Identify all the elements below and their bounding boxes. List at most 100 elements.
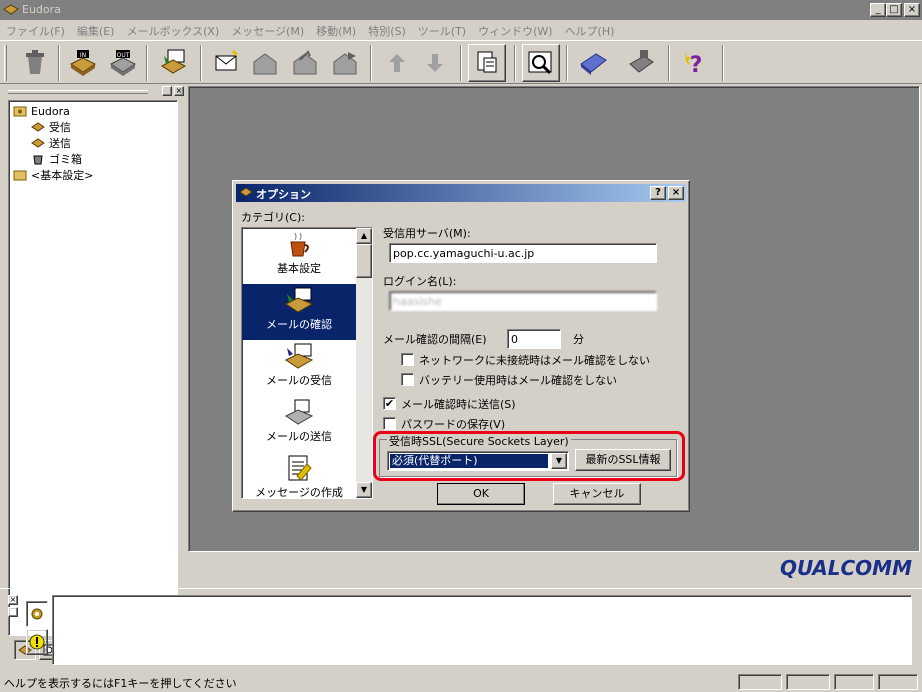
no-network-checkbox[interactable] [401, 353, 414, 366]
category-sending[interactable]: メールの送信 [242, 396, 356, 452]
folder-icon [13, 106, 27, 117]
task-restore-button[interactable] [8, 607, 18, 617]
annotation-highlight [373, 431, 685, 481]
scroll-thumb[interactable] [356, 244, 372, 278]
toolbar-separator [58, 45, 60, 81]
menu-edit[interactable]: 編集(E) [71, 20, 121, 40]
tree-item-outbox[interactable]: 送信 [31, 135, 71, 151]
server-label: 受信用サーバ(M): [383, 227, 471, 240]
menu-tools[interactable]: ツール(T) [412, 20, 472, 40]
status-bar: ヘルプを表示するにはF1キーを押してください [0, 672, 922, 692]
menu-mailbox[interactable]: メールボックス(X) [120, 20, 225, 40]
minimize-button[interactable]: _ [870, 3, 886, 17]
panel-header: × [8, 86, 184, 98]
interval-input[interactable]: 0 [507, 329, 561, 349]
menu-special[interactable]: 特別(S) [362, 20, 412, 40]
toolbar-separator [460, 45, 462, 81]
reply-button[interactable] [246, 44, 284, 82]
category-incoming[interactable]: メールの受信 [242, 340, 356, 396]
up-arrow-icon [389, 54, 405, 72]
new-message-button[interactable] [208, 44, 246, 82]
reply-all-button[interactable] [286, 44, 324, 82]
outbox-button[interactable]: OUT [104, 44, 142, 82]
send-on-check-checkbox[interactable]: ✔ [383, 397, 396, 410]
login-label: ログイン名(L): [383, 275, 457, 288]
ok-button[interactable]: OK [437, 483, 525, 505]
category-label-text: メッセージの作成 [255, 486, 343, 499]
help-button[interactable]: ? [676, 44, 714, 82]
tree-item-eudora[interactable]: Eudora [13, 103, 70, 119]
task-status-tab[interactable] [26, 601, 48, 627]
dialog-title-bar[interactable]: オプション ? × [236, 184, 686, 202]
forward-button[interactable] [326, 44, 364, 82]
category-composing[interactable]: メッセージの作成 [242, 452, 356, 499]
toolbar-grip[interactable] [4, 45, 7, 81]
dialog-close-button[interactable]: × [668, 186, 684, 200]
find-button[interactable] [522, 44, 560, 82]
tree-item-trash[interactable]: ゴミ箱 [31, 151, 82, 167]
check-inbox-button[interactable]: IN [64, 44, 102, 82]
previous-message-button[interactable] [378, 44, 416, 82]
next-message-button[interactable] [416, 44, 454, 82]
folder-icon [13, 170, 27, 181]
coffee-icon [290, 232, 309, 257]
tree-item-inbox[interactable]: 受信 [31, 119, 71, 135]
dialog-title: オプション [256, 188, 311, 201]
trash-icon [33, 155, 43, 165]
app-icon [3, 4, 19, 15]
task-error-tab[interactable] [26, 629, 48, 655]
dialog-help-button[interactable]: ? [650, 186, 666, 200]
interval-label: メール確認の間隔(E) [383, 333, 487, 346]
mailbox-icon [31, 138, 45, 148]
panel-restore-button[interactable] [162, 86, 172, 96]
battery-label: バッテリー使用時はメール確認をしない [419, 374, 617, 387]
inbox-icon [285, 343, 314, 369]
category-list[interactable]: 基本設定 メールの確認 メールの受信 メールの送信 メッセージの作成 ▲ ▼ [241, 227, 373, 499]
tree-label: 送信 [49, 137, 71, 150]
status-cell [834, 674, 874, 690]
menu-help[interactable]: ヘルプ(H) [559, 20, 621, 40]
panel-close-button[interactable]: × [174, 86, 184, 96]
address-book-button[interactable] [574, 44, 612, 82]
reply-all-icon [293, 50, 317, 75]
category-general[interactable]: 基本設定 [242, 228, 356, 284]
menu-window[interactable]: ウィンドウ(W) [472, 20, 558, 40]
compose-icon [288, 455, 312, 481]
toolbar-separator [668, 45, 670, 81]
save-password-checkbox[interactable] [383, 417, 396, 430]
category-label-text: 基本設定 [277, 262, 321, 275]
menu-file[interactable]: ファイル(F) [0, 20, 71, 40]
qualcomm-logo: QUALCOMM [779, 556, 912, 580]
battery-checkbox[interactable] [401, 373, 414, 386]
task-status-box [52, 595, 912, 665]
close-button[interactable]: × [904, 3, 920, 17]
toolbar-separator [514, 45, 516, 81]
print-button[interactable] [622, 44, 660, 82]
tree-label: 受信 [49, 121, 71, 134]
category-label-text: メールの送信 [266, 430, 332, 443]
status-cell [786, 674, 830, 690]
tree-item-settings[interactable]: <基本設定> [13, 167, 93, 183]
category-label: カテゴリ(C): [241, 211, 305, 224]
brand-bar: QUALCOMM [188, 552, 920, 582]
menu-message[interactable]: メッセージ(M) [225, 20, 310, 40]
send-on-check-label: メール確認時に送信(S) [401, 398, 516, 411]
delete-button[interactable] [16, 44, 54, 82]
checkmail-icon [285, 287, 314, 313]
attach-button[interactable] [468, 44, 506, 82]
scroll-down-button[interactable]: ▼ [356, 482, 372, 498]
menu-transfer[interactable]: 移動(M) [310, 20, 362, 40]
category-checking-mail[interactable]: メールの確認 [242, 284, 356, 340]
server-input[interactable]: pop.cc.yamaguchi-u.ac.jp [389, 243, 657, 263]
task-close-button[interactable]: × [8, 595, 18, 605]
down-arrow-icon [427, 54, 443, 72]
scroll-up-button[interactable]: ▲ [356, 228, 372, 244]
category-scrollbar[interactable]: ▲ ▼ [356, 228, 372, 498]
print-icon [629, 50, 654, 73]
maximize-button[interactable]: □ [886, 3, 902, 17]
check-mail-button[interactable] [154, 44, 192, 82]
cancel-button[interactable]: キャンセル [553, 483, 641, 505]
status-cell [878, 674, 918, 690]
login-input[interactable]: haasishe [389, 291, 657, 311]
status-cell [738, 674, 782, 690]
